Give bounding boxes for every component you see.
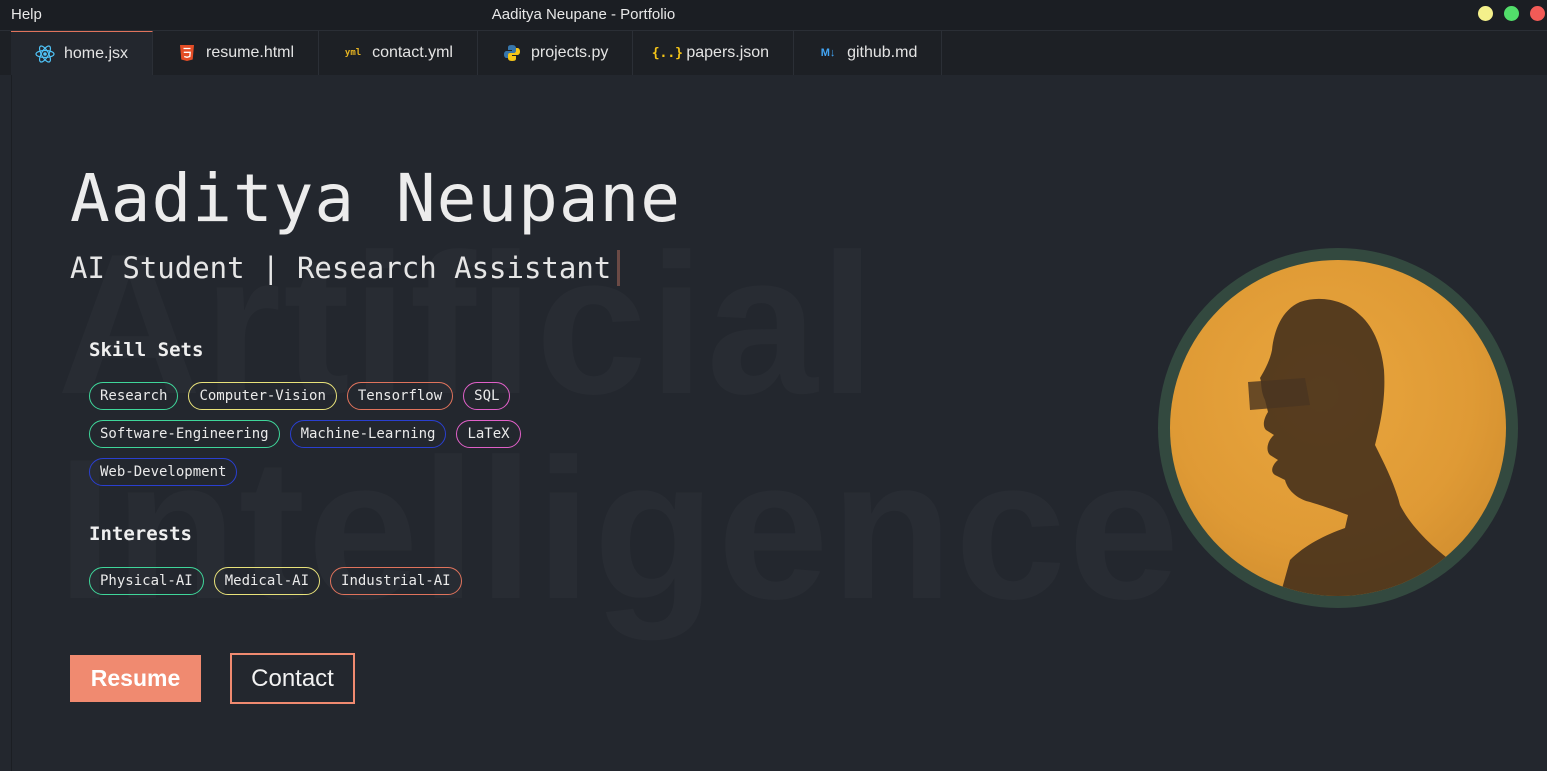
window-title: Aaditya Neupane - Portfolio xyxy=(491,6,676,23)
window-controls xyxy=(1478,6,1545,21)
python-icon xyxy=(502,43,522,63)
main-content: Artificial Intelligence Aaditya Neupane … xyxy=(11,75,1547,771)
markdown-icon: M↓ xyxy=(820,47,836,59)
interests-heading: Interests xyxy=(89,523,192,545)
skill-chip: Web-Development xyxy=(89,458,238,486)
skills-list: Research Computer-Vision Tensorflow SQL … xyxy=(89,382,569,486)
skills-heading: Skill Sets xyxy=(89,339,204,361)
skill-chip: Machine-Learning xyxy=(289,420,447,448)
tab-home[interactable]: home.jsx xyxy=(11,31,154,75)
skill-chip: Computer-Vision xyxy=(188,382,337,410)
tab-label: projects.py xyxy=(530,44,609,61)
maximize-button[interactable] xyxy=(1504,6,1519,21)
tab-github[interactable]: M↓ github.md xyxy=(794,31,943,75)
silhouette-image xyxy=(1248,298,1475,596)
tab-contact[interactable]: yml contact.yml xyxy=(319,31,478,75)
tab-label: papers.json xyxy=(686,44,770,61)
close-button[interactable] xyxy=(1530,6,1545,21)
skill-chip: SQL xyxy=(463,382,511,410)
json-icon: {..} xyxy=(651,45,684,61)
minimize-button[interactable] xyxy=(1478,6,1493,21)
tagline: AI Student | Research Assistant xyxy=(70,250,621,286)
interest-chip: Industrial-AI xyxy=(330,567,462,595)
contact-button[interactable]: Contact xyxy=(230,653,355,704)
tab-label: contact.yml xyxy=(372,44,453,61)
resume-button[interactable]: Resume xyxy=(70,655,201,702)
interest-chip: Medical-AI xyxy=(213,567,321,595)
tab-label: github.md xyxy=(847,44,918,61)
skill-chip: Software-Engineering xyxy=(89,420,280,448)
skill-chip: LaTeX xyxy=(456,420,521,448)
yaml-icon: yml xyxy=(344,48,362,58)
tab-resume[interactable]: resume.html xyxy=(153,31,320,75)
interests-list: Physical-AI Medical-AI Industrial-AI xyxy=(89,567,569,595)
skill-chip: Research xyxy=(89,382,179,410)
avatar xyxy=(1170,260,1506,596)
tagline-text: AI Student | Research Assistant xyxy=(70,251,612,285)
title-bar: Help Aaditya Neupane - Portfolio xyxy=(0,0,1547,31)
tab-papers[interactable]: {..} papers.json xyxy=(633,31,795,75)
tab-label: resume.html xyxy=(206,44,295,61)
skill-chip: Tensorflow xyxy=(346,382,454,410)
tab-bar: home.jsx resume.html yml contact.yml pro… xyxy=(0,31,1547,75)
profile-photo-frame xyxy=(1158,248,1518,608)
tab-label: home.jsx xyxy=(64,44,129,62)
tab-projects[interactable]: projects.py xyxy=(477,31,634,75)
page-title: Aaditya Neupane xyxy=(70,160,682,237)
html5-icon xyxy=(177,43,197,63)
interest-chip: Physical-AI xyxy=(89,567,204,595)
typing-cursor xyxy=(617,250,621,286)
react-icon xyxy=(35,44,55,64)
